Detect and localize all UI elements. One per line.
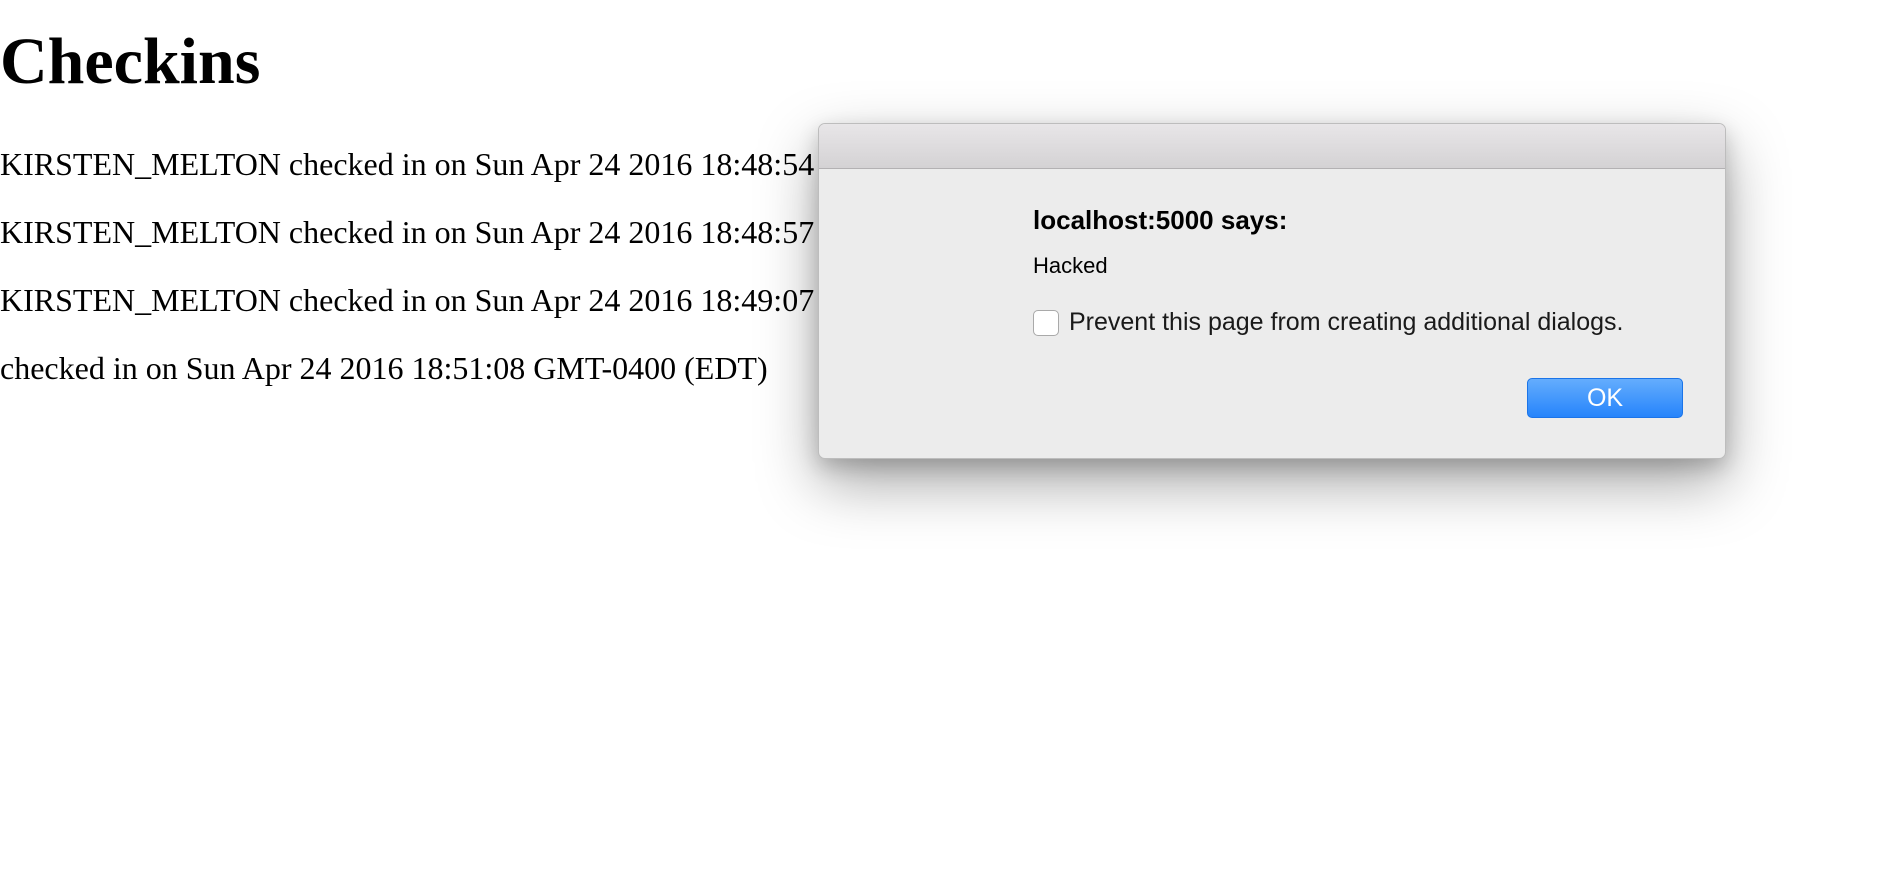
page-title: Checkins: [0, 25, 261, 98]
alert-dialog: localhost:5000 says: Hacked Prevent this…: [818, 123, 1726, 459]
prevent-dialogs-label: Prevent this page from creating addition…: [1069, 308, 1624, 336]
dialog-message: Hacked: [1033, 253, 1108, 278]
ok-button[interactable]: OK: [1527, 378, 1683, 418]
dialog-titlebar[interactable]: [819, 124, 1725, 169]
dialog-origin: localhost:5000 says:: [1033, 205, 1288, 235]
prevent-dialogs-checkbox[interactable]: [1033, 309, 1059, 336]
prevent-dialogs-option[interactable]: Prevent this page from creating addition…: [1033, 308, 1624, 337]
